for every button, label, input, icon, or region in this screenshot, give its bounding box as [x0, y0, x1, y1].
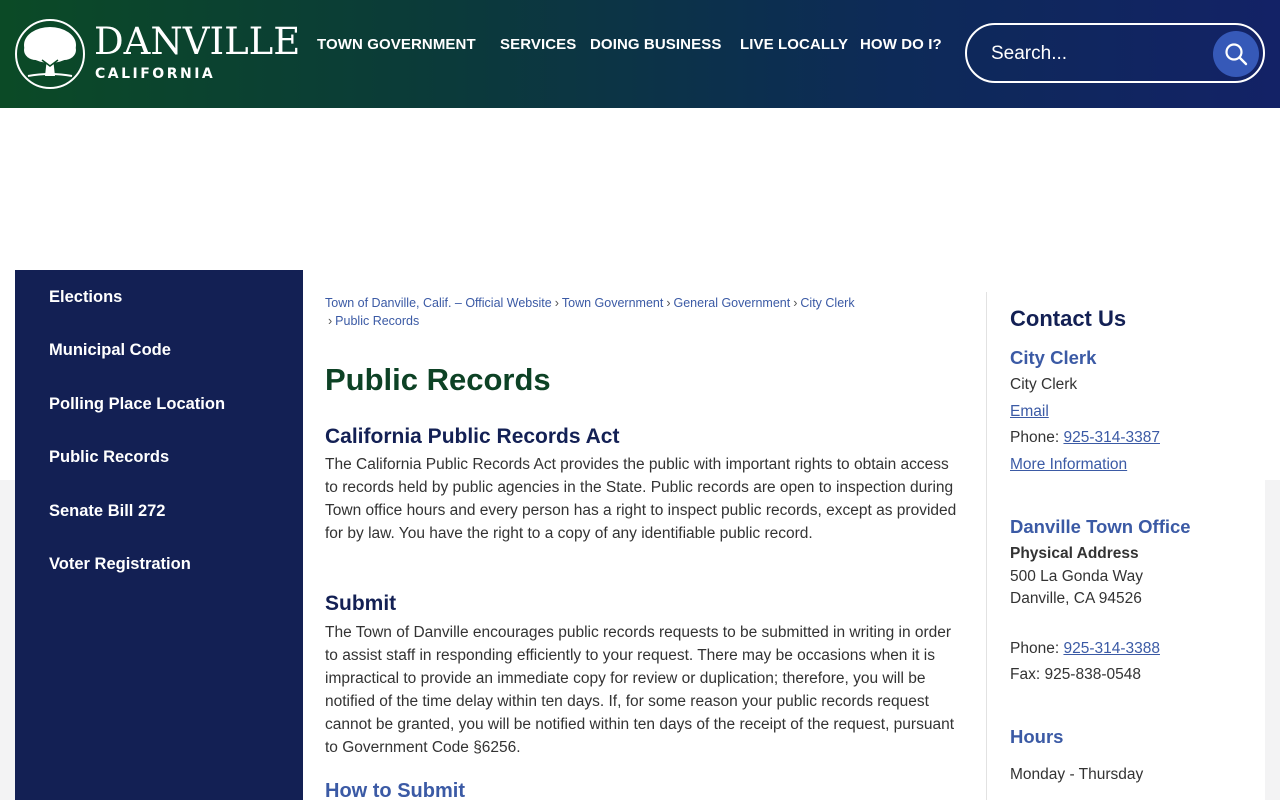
sidebar-item-elections[interactable]: Elections	[49, 288, 122, 307]
hours-heading: Hours	[1010, 726, 1064, 747]
breadcrumb-general-government[interactable]: General Government	[674, 296, 791, 310]
nav-doing-business[interactable]: DOING BUSINESS	[590, 36, 721, 53]
logo-name: DANVILLE	[94, 20, 301, 63]
search-input[interactable]	[991, 39, 1201, 69]
contact-office-heading: Danville Town Office	[1010, 516, 1191, 537]
breadcrumb: Town of Danville, Calif. – Official Webs…	[325, 296, 855, 328]
section-text-submit: The Town of Danville encourages public r…	[325, 624, 955, 756]
office-fax: Fax: 925-838-0548	[1010, 666, 1141, 683]
contact-email-link[interactable]: Email	[1010, 403, 1049, 421]
office-phone-row: Phone: 925-314-3388	[1010, 640, 1160, 658]
breadcrumb-city-clerk[interactable]: City Clerk	[800, 296, 854, 310]
site-header: DANVILLE CALIFORNIA TOWN GOVERNMENT SERV…	[0, 0, 1280, 108]
office-phone-label: Phone:	[1010, 640, 1060, 657]
sidebar-item-senate-bill[interactable]: Senate Bill 272	[49, 502, 165, 521]
hours-days: Monday - Thursday	[1010, 766, 1144, 783]
section-heading-cpra: California Public Records Act	[325, 425, 620, 448]
address-line2: Danville, CA 94526	[1010, 590, 1142, 607]
section-heading-submit: Submit	[325, 592, 397, 615]
search-icon	[1225, 43, 1248, 66]
more-information-link[interactable]: More Information	[1010, 456, 1127, 474]
contact-clerk-phone-row: Phone: 925-314-3387	[1010, 429, 1160, 447]
address-line1: 500 La Gonda Way	[1010, 568, 1143, 585]
column-divider	[986, 292, 987, 800]
breadcrumb-public-records[interactable]: Public Records	[335, 314, 419, 328]
sidebar-item-polling-place[interactable]: Polling Place Location	[49, 395, 225, 414]
breadcrumb-home[interactable]: Town of Danville, Calif. – Official Webs…	[325, 296, 552, 310]
phone-label: Phone:	[1010, 429, 1060, 446]
main-content: Town of Danville, Calif. – Official Webs…	[303, 270, 1265, 800]
site-logo[interactable]: DANVILLE CALIFORNIA	[14, 18, 300, 90]
nav-live-locally[interactable]: LIVE LOCALLY	[740, 36, 848, 53]
contact-clerk-name: City Clerk	[1010, 376, 1078, 393]
nav-town-government[interactable]: TOWN GOVERNMENT	[317, 36, 476, 53]
section-text-cpra: The California Public Records Act provid…	[325, 456, 957, 542]
tree-logo-icon	[15, 19, 85, 89]
search-button[interactable]	[1213, 31, 1259, 77]
sidebar-item-municipal-code[interactable]: Municipal Code	[49, 341, 171, 360]
section-heading-how-to-submit: How to Submit	[325, 780, 465, 800]
search-box	[965, 23, 1265, 83]
sidebar-item-public-records[interactable]: Public Records	[49, 448, 169, 467]
sidebar-nav: Elections Municipal Code Polling Place L…	[15, 270, 303, 800]
logo-subtitle: CALIFORNIA	[95, 66, 216, 82]
breadcrumb-town-government[interactable]: Town Government	[562, 296, 663, 310]
contact-clerk-heading[interactable]: City Clerk	[1010, 347, 1096, 369]
contact-title: Contact Us	[1010, 306, 1127, 331]
nav-how-do-i[interactable]: HOW DO I?	[860, 36, 942, 53]
nav-services[interactable]: SERVICES	[500, 36, 576, 53]
address-label: Physical Address	[1010, 545, 1139, 562]
sidebar-item-voter-registration[interactable]: Voter Registration	[49, 555, 191, 574]
page-title: Public Records	[325, 362, 551, 397]
clerk-phone-link[interactable]: 925-314-3387	[1063, 429, 1160, 446]
office-phone-link[interactable]: 925-314-3388	[1063, 640, 1160, 657]
